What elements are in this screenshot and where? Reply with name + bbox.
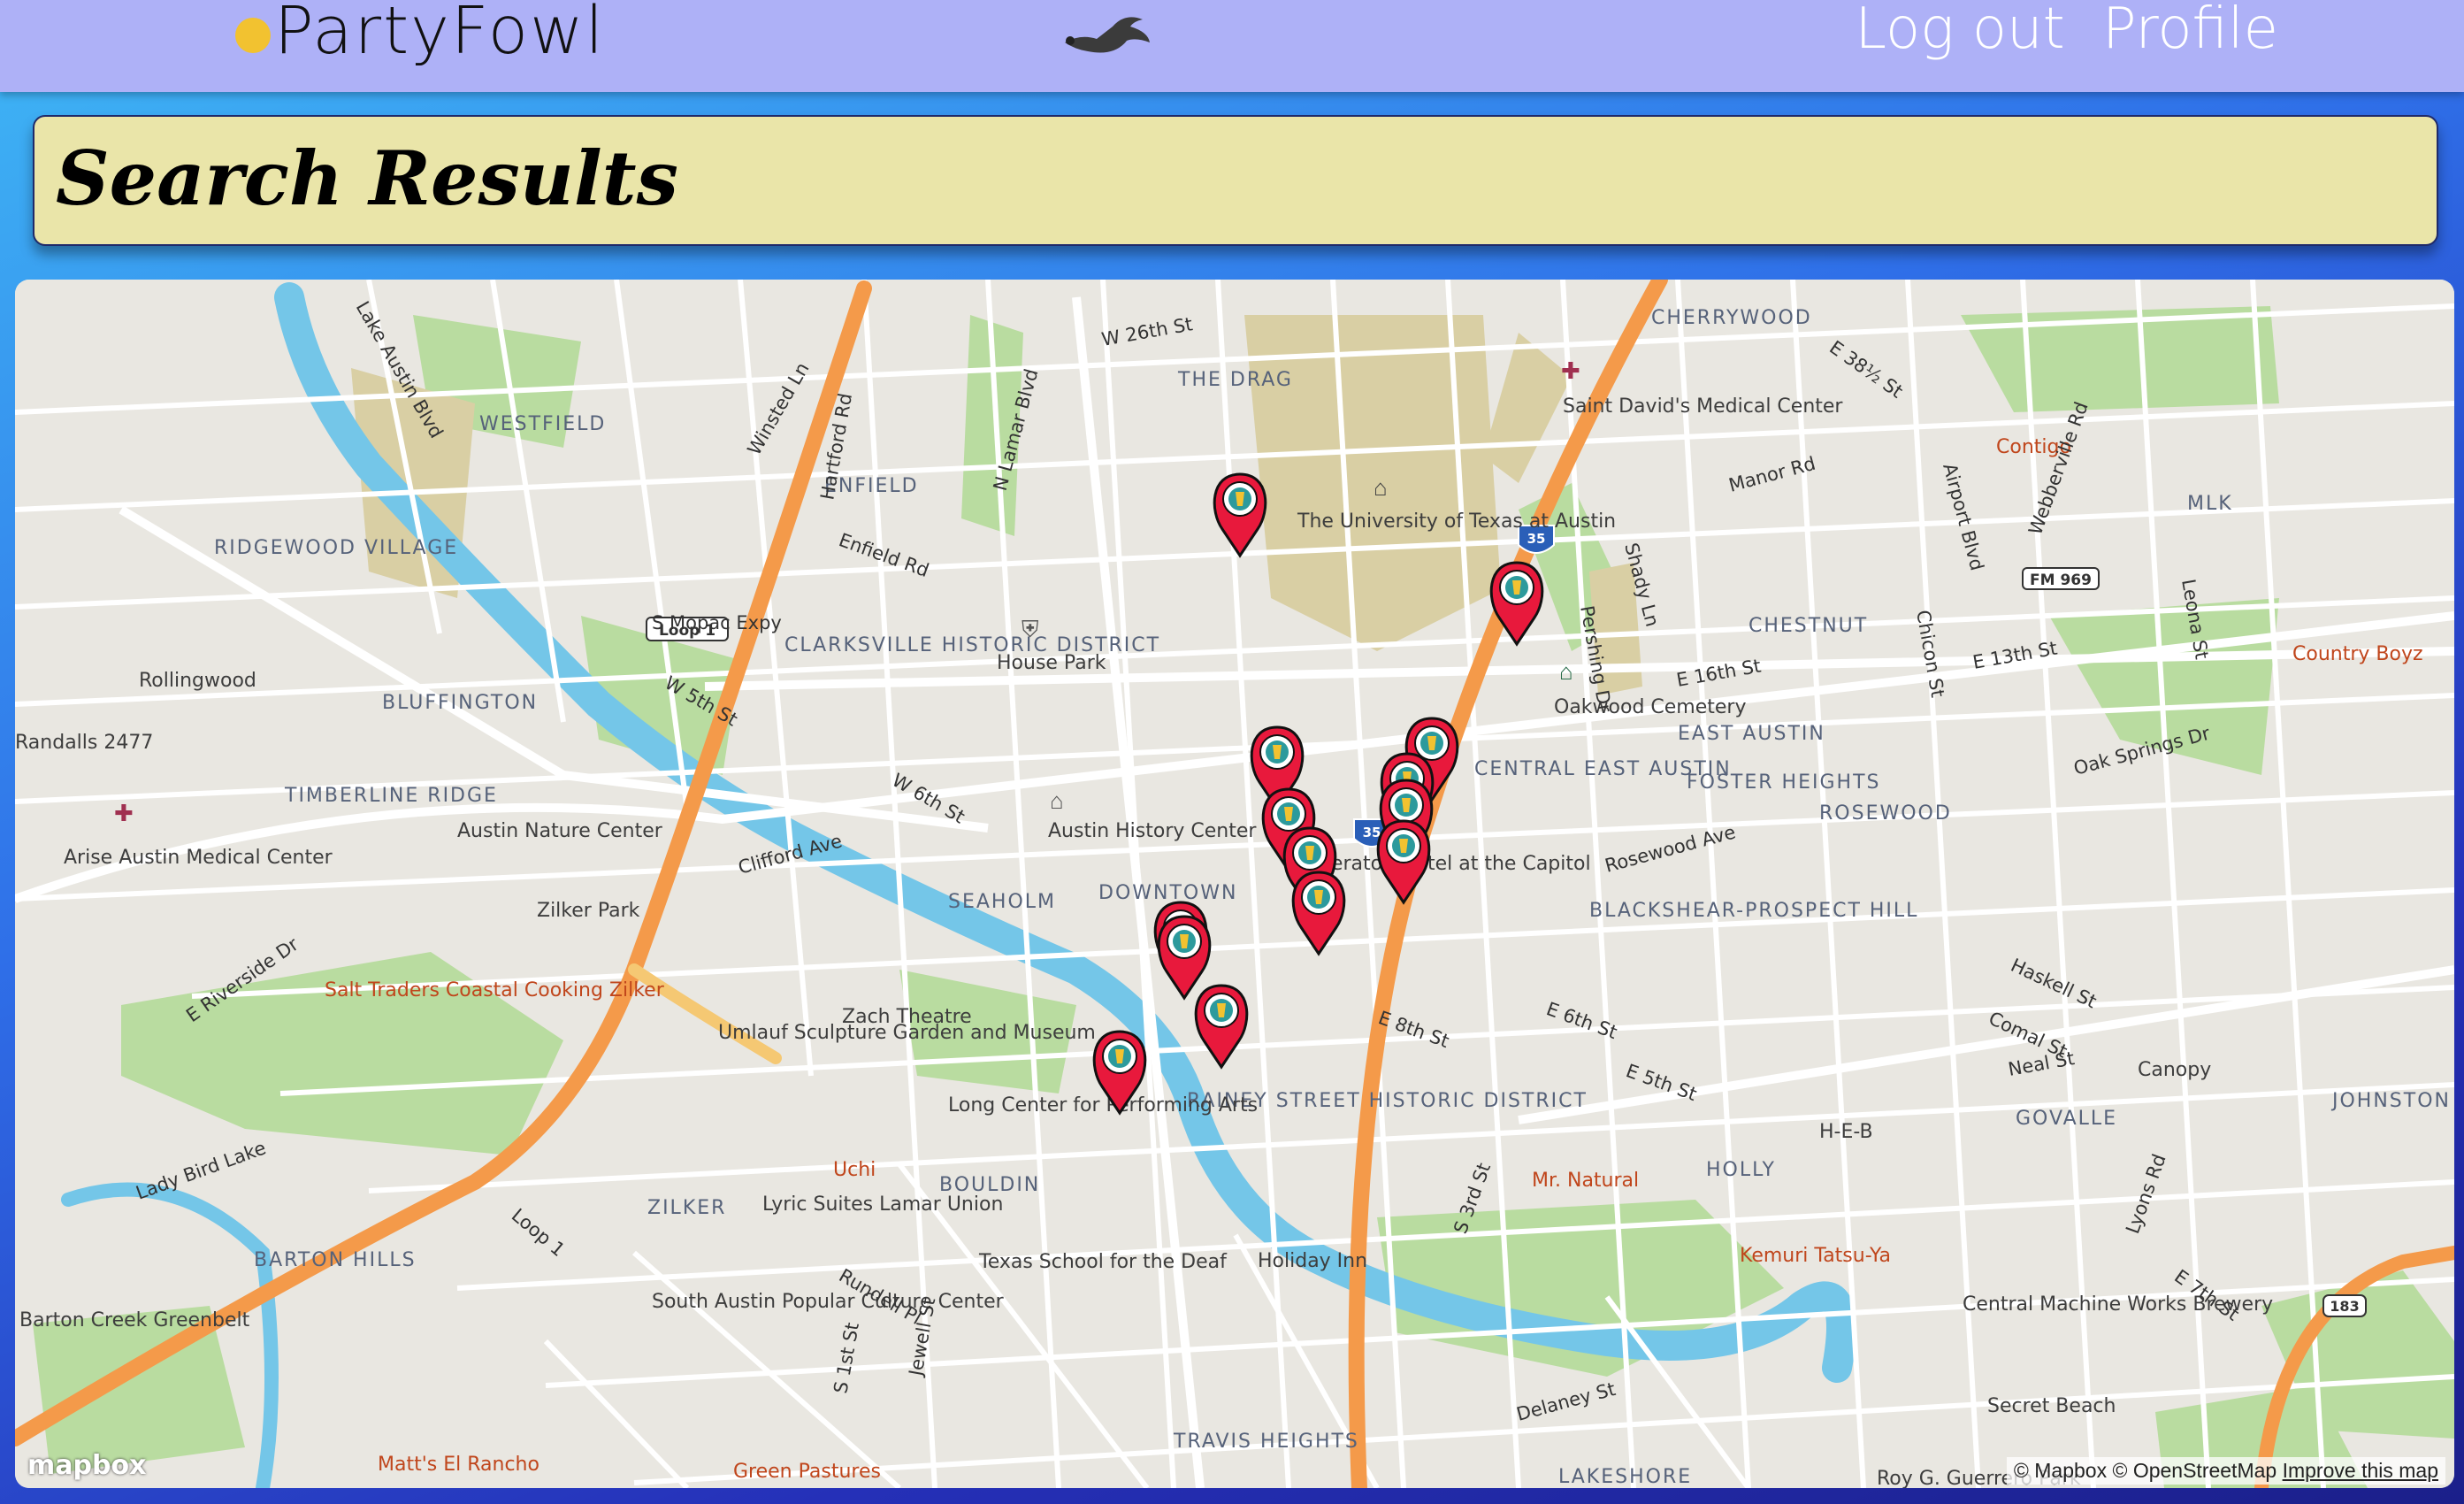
neighborhood-label: FOSTER HEIGHTS <box>1687 771 1880 794</box>
place-label: Uchi <box>833 1159 876 1181</box>
poi-icon: ⌂ <box>1559 658 1573 685</box>
place-label: Holiday Inn <box>1258 1250 1367 1272</box>
neighborhood-label: LAKESHORE <box>1558 1466 1692 1488</box>
place-label: Sheraton Hotel at the Capitol <box>1306 853 1591 875</box>
logout-link[interactable]: Log out <box>1855 0 2064 62</box>
place-label: Canopy <box>2138 1059 2211 1081</box>
place-label: Saint David's Medical Center <box>1563 395 1843 418</box>
place-label: Zilker Park <box>537 900 640 922</box>
neighborhood-label: HOLLY <box>1706 1159 1776 1181</box>
brand-name: PartyFowl <box>274 0 606 69</box>
neighborhood-label: RIDGEWOOD VILLAGE <box>214 537 458 559</box>
place-label: Country Boyz <box>2292 643 2423 665</box>
neighborhood-label: WESTFIELD <box>479 413 606 435</box>
page-title: Search Results <box>56 134 678 222</box>
place-label: Salt Traders Coastal Cooking Zilker <box>325 979 665 1001</box>
neighborhood-label: TRAVIS HEIGHTS <box>1173 1431 1359 1453</box>
neighborhood-label: SEAHOLM <box>948 891 1056 913</box>
place-label: Austin Nature Center <box>457 820 663 842</box>
place-label: Umlauf Sculpture Garden and Museum <box>718 1022 1096 1044</box>
poi-icon: ✚ <box>114 800 134 826</box>
place-label: Green Pastures <box>733 1461 881 1483</box>
place-label: Arise Austin Medical Center <box>64 847 333 869</box>
svg-text:35: 35 <box>1527 531 1546 547</box>
neighborhood-label: MLK <box>2187 493 2233 515</box>
svg-text:FM 969: FM 969 <box>2030 572 2092 589</box>
brand-logo[interactable]: PartyFowl <box>235 0 605 69</box>
place-label: Matt's El Rancho <box>378 1454 539 1476</box>
place-label: Texas School for the Deaf <box>978 1251 1228 1273</box>
attribution-mapbox[interactable]: © Mapbox <box>2014 1459 2107 1482</box>
attribution-osm[interactable]: © OpenStreetMap <box>2112 1459 2277 1482</box>
place-label: South Austin Popular Culture Center <box>652 1291 1005 1313</box>
neighborhood-label: GOVALLE <box>2016 1108 2117 1130</box>
place-label: House Park <box>997 652 1106 674</box>
place-label: Rollingwood <box>139 670 256 692</box>
poi-icon: ⛨ <box>1022 616 1039 642</box>
neighborhood-label: ZILKER <box>647 1197 726 1219</box>
map-attribution: © Mapbox © OpenStreetMap Improve this ma… <box>2006 1457 2445 1485</box>
street-label: S Mopac Expy <box>652 612 782 633</box>
neighborhood-label: CHESTNUT <box>1749 615 1868 637</box>
profile-link[interactable]: Profile <box>2102 0 2278 62</box>
neighborhood-label: DOWNTOWN <box>1098 882 1237 904</box>
place-label: H-E-B <box>1819 1121 1873 1143</box>
neighborhood-label: BLACKSHEAR-PROSPECT HILL <box>1589 900 1918 922</box>
results-banner: Search Results <box>33 115 2438 246</box>
place-label: Mr. Natural <box>1532 1170 1639 1192</box>
place-label: Oakwood Cemetery <box>1554 696 1747 718</box>
improve-map-link[interactable]: Improve this map <box>2283 1459 2438 1482</box>
place-label: Secret Beach <box>1987 1395 2116 1417</box>
poi-icon: ✚ <box>1561 357 1580 384</box>
place-label: Long Center for Performing Arts <box>948 1094 1258 1116</box>
map-canvas[interactable]: Loop 1 FM 969 35 35 183 WESTFIELD THE DRA… <box>15 280 2454 1488</box>
goose-icon <box>1065 17 1150 53</box>
top-nav-bar: PartyFowl Log out Profile <box>0 0 2464 92</box>
map-svg: Loop 1 FM 969 35 35 183 WESTFIELDTHE DRA… <box>15 280 2454 1488</box>
neighborhood-label: BLUFFINGTON <box>382 692 538 714</box>
neighborhood-label: JOHNSTON TERRACE <box>2330 1090 2454 1112</box>
place-label: The University of Texas at Austin <box>1297 510 1616 533</box>
svg-text:35: 35 <box>1363 825 1381 840</box>
mapbox-logo[interactable]: mapbox <box>27 1450 146 1481</box>
svg-text:183: 183 <box>2330 1298 2359 1315</box>
poi-icon: ⌂ <box>1050 787 1064 814</box>
brand-p-dot <box>235 17 271 53</box>
neighborhood-label: EAST AUSTIN <box>1678 723 1825 745</box>
header-nav: Log out Profile <box>1835 0 2278 62</box>
place-label: Barton Creek Greenbelt <box>19 1309 250 1331</box>
neighborhood-label: CHERRYWOOD <box>1651 307 1812 329</box>
place-label: Randalls 2477 <box>15 732 153 754</box>
place-label: Lyric Suites Lamar Union <box>762 1193 1003 1216</box>
poi-icon: ⌂ <box>1374 474 1388 501</box>
neighborhood-label: TIMBERLINE RIDGE <box>284 785 498 807</box>
place-label: Kemuri Tatsu-Ya <box>1740 1245 1891 1267</box>
neighborhood-label: THE DRAG <box>1177 369 1293 391</box>
place-label: Austin History Center <box>1048 820 1257 842</box>
neighborhood-label: ROSEWOOD <box>1819 802 1952 825</box>
neighborhood-label: BARTON HILLS <box>254 1249 417 1271</box>
